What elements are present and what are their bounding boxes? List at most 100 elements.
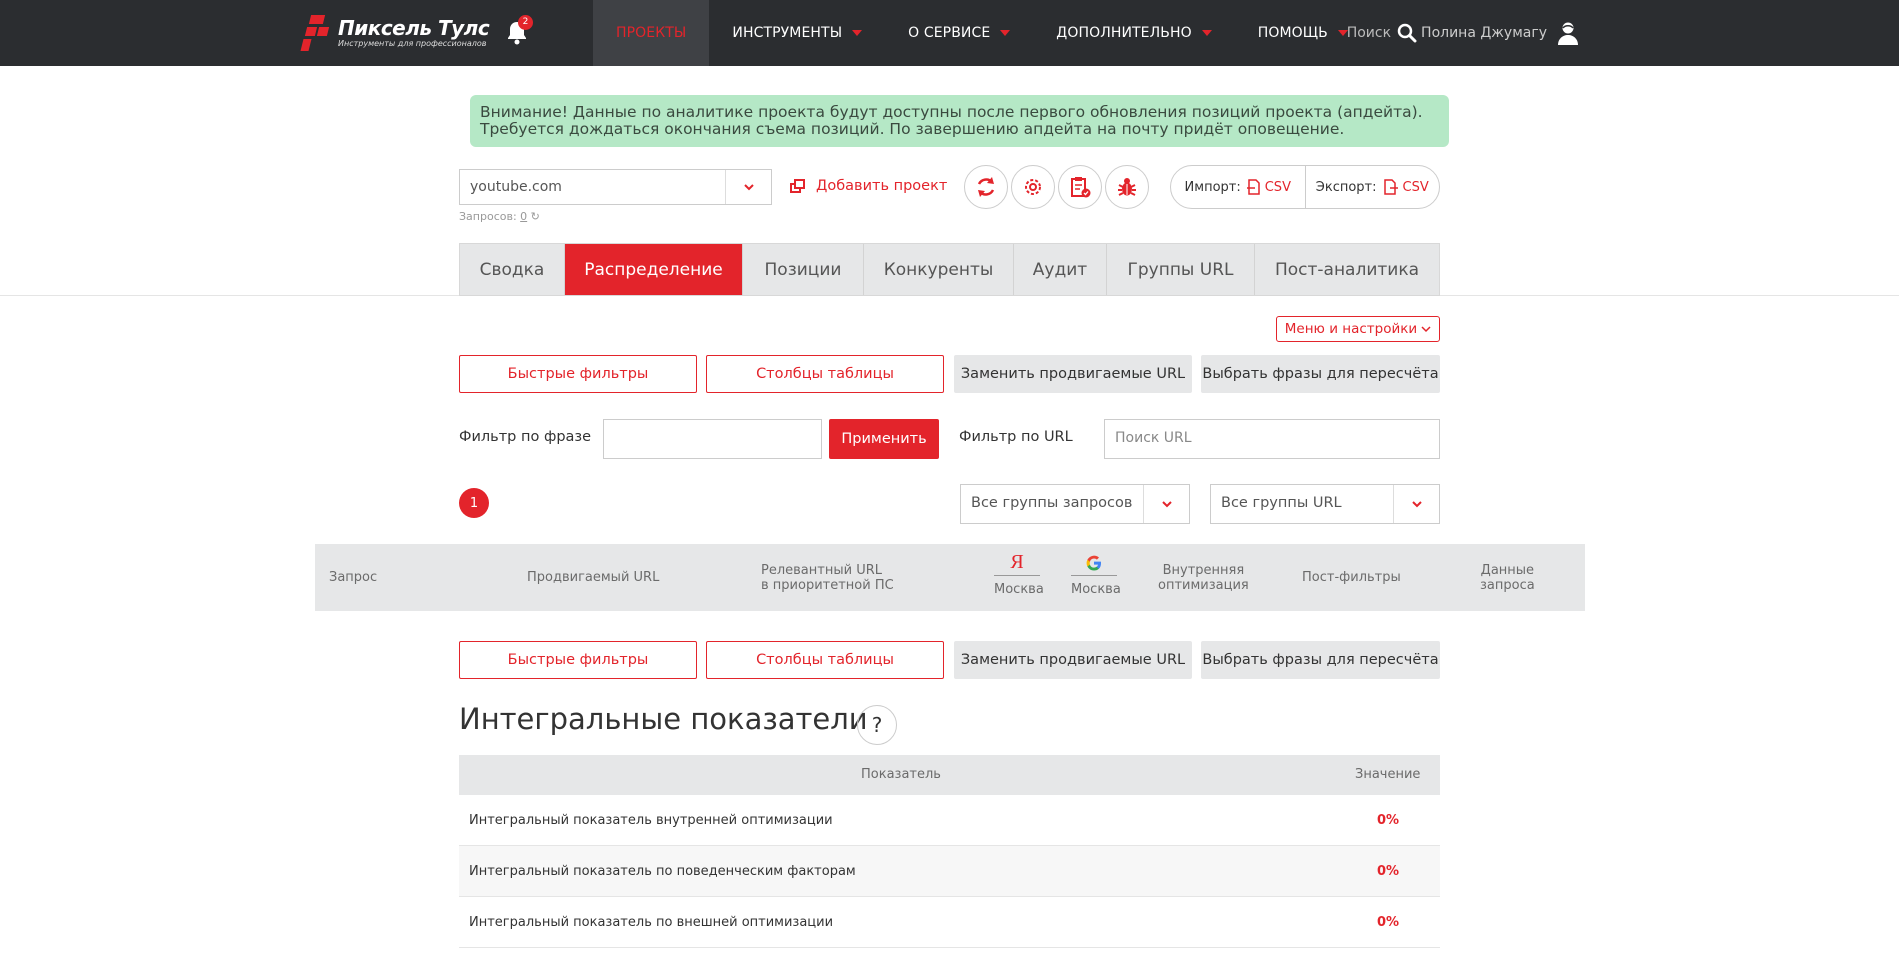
quick-filters-button[interactable]: Быстрые фильтры [459,355,697,393]
report-button[interactable] [1058,165,1102,209]
nav-item-extra[interactable]: ДОПОЛНИТЕЛЬНО [1033,0,1234,66]
col-relevant-url-line2: в приоритетной ПС [761,578,894,593]
tab-competitors[interactable]: Конкуренты [864,244,1014,295]
choose-phrases-button[interactable]: Выбрать фразы для пересчёта [1201,355,1440,393]
logo-title: Пиксель Тулс [338,16,490,40]
tab-url-groups[interactable]: Группы URL [1107,244,1255,295]
col-relevant-url[interactable]: Релевантный URL в приоритетной ПС [761,563,894,593]
logo[interactable]: Пиксель Тулс Инструменты для профессиона… [300,14,490,52]
export-csv-label: CSV [1402,179,1429,195]
refresh-small-icon[interactable]: ↻ [531,210,540,223]
nav-label: ДОПОЛНИТЕЛЬНО [1056,25,1192,41]
url-groups-select[interactable]: Все группы URL [1210,484,1440,524]
apply-button[interactable]: Применить [829,419,939,459]
table-row: Интегральный показатель по поведенческим… [459,846,1440,897]
project-tabs: Сводка Распределение Позиции Конкуренты … [459,243,1440,296]
indicator-value: 0% [1377,864,1400,879]
pagination-page-1[interactable]: 1 [459,488,489,518]
integral-table: Показатель Значение Интегральный показат… [459,755,1440,948]
import-csv[interactable]: Импорт: CSV [1171,166,1305,208]
export-csv[interactable]: Экспорт: CSV [1304,166,1440,208]
project-select-value: youtube.com [470,179,562,195]
tab-positions[interactable]: Позиции [743,244,864,295]
project-select[interactable]: youtube.com [459,169,772,205]
caret-down-icon [1000,30,1011,36]
url-filter-input[interactable]: Поиск URL [1104,419,1440,459]
indicator-name: Интегральный показатель по внешней оптим… [469,915,834,930]
quick-filters-label: Быстрые фильтры [507,652,649,668]
choose-phrases-label: Выбрать фразы для пересчёта [1202,366,1439,382]
tab-label: Сводка [479,259,545,280]
main-nav: ПРОЕКТЫ ИНСТРУМЕНТЫ О СЕРВИСЕ ДОПОЛНИТЕЛ… [593,0,1371,66]
help-button[interactable]: ? [857,705,897,745]
notification-count-badge: 2 [518,15,533,30]
add-project-label: Добавить проект [816,178,948,194]
refresh-button[interactable] [964,165,1008,209]
caret-down-icon [1201,30,1212,36]
col-indicator: Показатель [861,767,941,782]
bug-report-button[interactable] [1105,165,1149,209]
user-icon[interactable] [1557,21,1579,45]
add-project-link[interactable]: Добавить проект [790,178,947,194]
chevron-down-icon[interactable] [725,170,771,204]
logo-mark-icon [300,15,332,51]
table-columns-button-bottom[interactable]: Столбцы таблицы [706,641,944,679]
nav-label: ПРОЕКТЫ [616,25,687,41]
col-promoted-url[interactable]: Продвигаемый URL [527,570,659,585]
query-groups-select[interactable]: Все группы запросов [960,484,1190,524]
chevron-down-icon [1393,485,1439,523]
user-name[interactable]: Полина Джумагу [1421,25,1547,41]
col-query[interactable]: Запрос [329,570,377,585]
menu-settings-button[interactable]: Меню и настройки [1276,316,1440,342]
nav-label: ИНСТРУМЕНТЫ [732,25,843,41]
search-label[interactable]: Поиск [1347,25,1391,41]
search-icon[interactable] [1397,23,1417,43]
nav-item-about[interactable]: О СЕРВИСЕ [885,0,1033,66]
url-groups-value: Все группы URL [1221,495,1342,511]
col-query-data-line2: запроса [1480,578,1535,593]
replace-urls-button[interactable]: Заменить продвигаемые URL [954,355,1192,393]
indicator-name: Интегральный показатель внутренней оптим… [469,813,833,828]
nav-item-projects[interactable]: ПРОЕКТЫ [593,0,710,66]
tab-post-analytics[interactable]: Пост-аналитика [1255,244,1439,295]
quick-filters-button-bottom[interactable]: Быстрые фильтры [459,641,697,679]
choose-phrases-label: Выбрать фразы для пересчёта [1202,652,1439,668]
import-label: Импорт: [1184,179,1241,195]
analytics-alert: Внимание! Данные по аналитике проекта бу… [470,95,1449,147]
table-columns-button[interactable]: Столбцы таблицы [706,355,944,393]
query-groups-value: Все группы запросов [971,495,1133,511]
table-columns-label: Столбцы таблицы [756,652,894,668]
menu-settings-label: Меню и настройки [1284,321,1418,337]
nav-item-tools[interactable]: ИНСТРУМЕНТЫ [709,0,885,66]
settings-button[interactable] [1011,165,1055,209]
col-query-data[interactable]: Данные запроса [1480,563,1535,593]
add-project-icon [790,179,805,193]
col-post-filters[interactable]: Пост-фильтры [1302,570,1401,585]
settings-icon [1025,179,1041,195]
chevron-down-icon [1421,326,1431,333]
tab-distribution[interactable]: Распределение [565,244,743,295]
col-internal-line2: оптимизация [1158,578,1249,593]
tab-summary[interactable]: Сводка [460,244,565,295]
apply-label: Применить [841,431,927,447]
replace-urls-label: Заменить продвигаемые URL [960,652,1186,668]
tab-label: Группы URL [1127,259,1234,280]
queries-count-value[interactable]: 0 [520,210,527,223]
choose-phrases-button-bottom[interactable]: Выбрать фразы для пересчёта [1201,641,1440,679]
phrase-filter-input[interactable] [603,419,822,459]
col-internal-optimization[interactable]: Внутренняя оптимизация [1158,563,1249,593]
col-yandex-moscow[interactable]: Я Москва [994,550,1044,597]
tab-audit[interactable]: Аудит [1014,244,1107,295]
replace-urls-label: Заменить продвигаемые URL [960,366,1186,382]
distribution-table-header: Запрос Продвигаемый URL Релевантный URL … [315,544,1585,611]
yandex-region-label: Москва [994,582,1044,597]
refresh-icon [977,177,995,197]
logo-subtitle: Инструменты для профессионалов [338,39,487,48]
replace-urls-button-bottom[interactable]: Заменить продвигаемые URL [954,641,1192,679]
file-import-icon [1246,179,1260,195]
queries-label: Запросов: [459,210,517,223]
caret-down-icon [852,30,863,36]
tab-label: Конкуренты [883,259,994,280]
nav-label: ПОМОЩЬ [1257,25,1328,41]
col-google-moscow[interactable]: Москва [1071,550,1121,597]
